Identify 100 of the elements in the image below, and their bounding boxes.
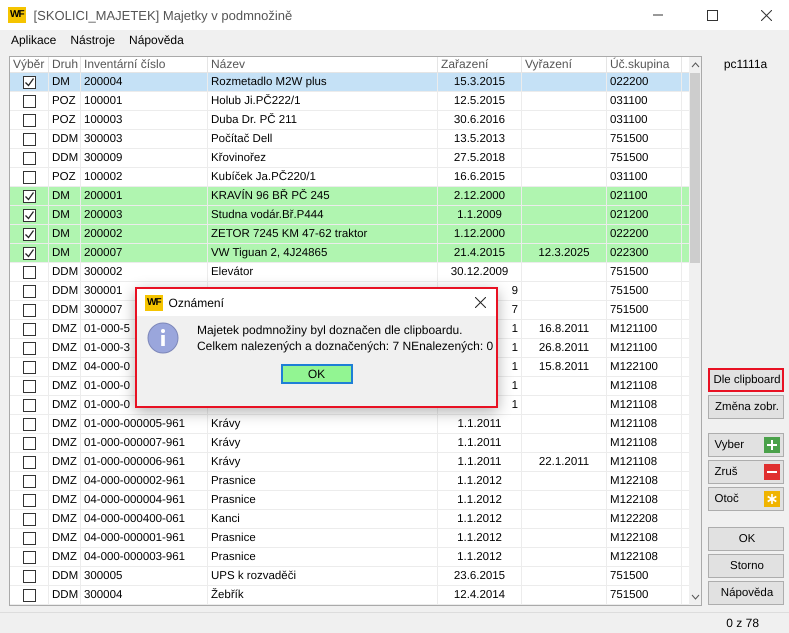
checkbox[interactable] (22, 532, 36, 544)
table-row[interactable]: DMZ 04-000-000002-961 Prasnice 1.1.2012 M122108 (10, 472, 690, 491)
menu-item[interactable]: Nápověda (122, 33, 191, 47)
checkbox[interactable] (22, 436, 36, 450)
checkbox[interactable] (22, 132, 36, 146)
checkbox[interactable] (22, 456, 36, 468)
table-cell: DM (52, 247, 70, 259)
checkbox[interactable] (22, 398, 36, 412)
checkbox[interactable] (22, 94, 36, 108)
checkbox[interactable] (22, 266, 36, 278)
table-cell: M121108 (610, 437, 658, 449)
column-header[interactable]: Výběr (10, 57, 49, 72)
column-header[interactable]: Úč.skupina (607, 57, 682, 72)
side-button[interactable]: Změna zobr. (708, 395, 784, 419)
table-cell: DMZ (52, 456, 77, 468)
checkbox[interactable] (22, 246, 36, 260)
column-header[interactable]: Zařazení (438, 57, 522, 72)
table-row[interactable]: DM 200004 Rozmetadlo M2W plus 15.3.2015 022200 (10, 73, 690, 92)
checkbox[interactable] (22, 474, 36, 488)
side-button[interactable]: Vyber (708, 433, 784, 457)
table-row[interactable]: DMZ 04-000-000003-961 Prasnice 1.1.2012 M122108 (10, 548, 690, 567)
table-cell: 100003 (84, 114, 122, 126)
table-row[interactable]: DDM 300009 Křovinořez 27.5.2018 751500 (10, 149, 690, 168)
table-row[interactable]: DDM 300005 UPS k rozvaděči 23.6.2015 751500 (10, 567, 690, 586)
minus-icon (764, 464, 780, 480)
plus-icon (764, 437, 780, 453)
checkbox[interactable] (22, 152, 36, 164)
column-header[interactable]: Inventární číslo (81, 57, 208, 72)
table-row[interactable]: DM 200002 ZETOR 7245 KM 47-62 traktor 1.12.2000 022200 (10, 225, 690, 244)
side-button[interactable]: Storno (708, 554, 784, 578)
table-row[interactable]: POZ 100003 Duba Dr. PČ 211 30.6.2016 031100 (10, 111, 690, 130)
table-cell: 200001 (84, 190, 122, 202)
table-cell: UPS k rozvaděči (211, 570, 296, 582)
table-row[interactable]: DMZ 01-000-000005-961 Krávy 1.1.2011 M121108 (10, 415, 690, 434)
table-row[interactable]: DDM 300003 Počítač Dell 13.5.2013 751500 (10, 130, 690, 149)
table-cell: Prasnice (211, 475, 256, 487)
checkbox[interactable] (22, 570, 36, 582)
checkbox[interactable] (22, 170, 36, 184)
table-row[interactable]: DMZ 01-000-000007-961 Krávy 1.1.2011 M121108 (10, 434, 690, 453)
scrollbar-thumb[interactable] (690, 73, 700, 263)
table-row[interactable]: DMZ 04-000-000001-961 Prasnice 1.1.2012 M122108 (10, 529, 690, 548)
table-row[interactable]: POZ 100001 Holub Ji.PČ222/1 12.5.2015 031100 (10, 92, 690, 111)
checkbox[interactable] (22, 550, 36, 564)
table-row[interactable]: POZ 100002 Kubíček Ja.PČ220/1 16.6.2015 031100 (10, 168, 690, 187)
table-cell: 2.12.2000 (454, 190, 506, 202)
column-header[interactable]: Druh (49, 57, 81, 72)
column-header[interactable]: Vyřazení (522, 57, 607, 72)
side-button[interactable]: Dle clipboard (708, 368, 784, 392)
table-cell: 01-000-5 (84, 323, 130, 335)
side-button[interactable]: Zruš (708, 460, 784, 484)
checkbox[interactable] (22, 494, 36, 506)
table-row[interactable]: DMZ 01-000-000006-961 Krávy 1.1.2011 22.1.2011 M121108 (10, 453, 690, 472)
menu-item[interactable]: Nástroje (63, 33, 122, 47)
table-row[interactable]: DM 200007 VW Tiguan 2, 4J24865 21.4.2015 12.3.2025 022300 (10, 244, 690, 263)
checkbox[interactable] (22, 208, 36, 222)
side-button[interactable]: OK (708, 527, 784, 551)
table-row[interactable]: DDM 300002 Elevátor 30.12.2009 751500 (10, 263, 690, 282)
table-cell: 1 (512, 361, 518, 373)
table-cell: DM (52, 209, 70, 221)
table-row[interactable]: DMZ 04-000-000004-961 Prasnice 1.1.2012 M122108 (10, 491, 690, 510)
checkbox[interactable] (22, 190, 36, 202)
table-cell: DMZ (52, 475, 77, 487)
table-cell: 751500 (610, 589, 648, 601)
table-cell: Kanci (211, 513, 240, 525)
table-cell: 100001 (84, 95, 122, 107)
table-cell: 200004 (84, 76, 122, 88)
table-cell: M122108 (610, 551, 658, 563)
table-cell: 9 (512, 285, 518, 297)
table-cell: DMZ (52, 361, 77, 373)
table-cell: Duba Dr. PČ 211 (211, 114, 298, 126)
table-row[interactable]: DMZ 04-000-000400-061 Kanci 1.1.2012 M122208 (10, 510, 690, 529)
table-row[interactable]: DM 200003 Studna vodár.Bř.P444 1.1.2009 021200 (10, 206, 690, 225)
menu-item[interactable]: Aplikace (4, 33, 64, 47)
checkbox[interactable] (22, 418, 36, 430)
side-button[interactable]: Nápověda (708, 581, 784, 605)
table-row[interactable]: DM 200001 KRAVÍN 96 BŘ PČ 245 2.12.2000 021100 (10, 187, 690, 206)
checkbox[interactable] (22, 360, 36, 374)
table-cell: 1 (512, 342, 518, 354)
checkbox[interactable] (22, 512, 36, 526)
checkbox[interactable] (22, 304, 36, 316)
checkbox[interactable] (22, 588, 36, 602)
checkbox[interactable] (22, 284, 36, 298)
checkbox[interactable] (22, 228, 36, 240)
table-cell: 031100 (610, 95, 648, 107)
table-cell: DDM (52, 589, 78, 601)
table-row[interactable]: DDM 300004 Žebřík 12.4.2014 751500 (10, 586, 690, 605)
checkbox[interactable] (22, 114, 36, 126)
ok-button[interactable]: OK (280, 364, 352, 384)
checkbox[interactable] (22, 342, 36, 354)
dialog-title: Oznámení (168, 296, 225, 310)
close-icon[interactable] (475, 297, 486, 308)
checkbox[interactable] (22, 76, 36, 88)
table-cell: 1.1.2011 (458, 456, 502, 468)
side-button[interactable]: Otoč (708, 487, 784, 511)
checkbox[interactable] (22, 322, 36, 336)
table-cell: Kubíček Ja.PČ220/1 (211, 171, 316, 183)
table-cell: DMZ (52, 513, 77, 525)
column-header[interactable]: Název (208, 57, 438, 72)
checkbox[interactable] (22, 380, 36, 392)
table-cell: 1.1.2012 (457, 532, 502, 544)
